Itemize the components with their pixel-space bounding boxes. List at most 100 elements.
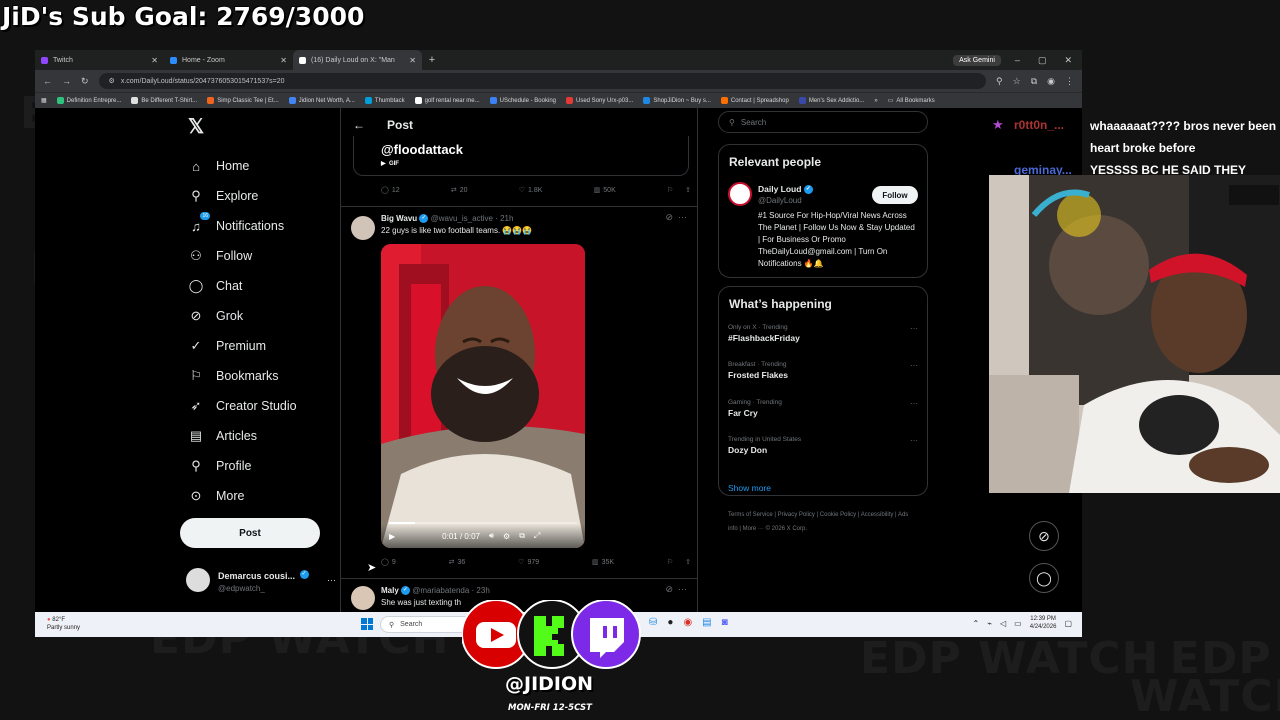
reply-button[interactable]: ◯ 9 bbox=[381, 558, 396, 567]
trend-item[interactable]: Trending in United States Dozy Don ··· bbox=[728, 436, 918, 455]
avatar[interactable] bbox=[351, 586, 375, 610]
fullscreen-icon[interactable]: ⤢ bbox=[534, 531, 540, 541]
views-button[interactable]: ▥ 50K bbox=[594, 186, 616, 195]
share-icon[interactable]: ⇪ bbox=[685, 186, 691, 194]
bookmark-item[interactable]: Contact | Spreadshop bbox=[720, 97, 789, 104]
nav-home[interactable]: ⌂ Home bbox=[188, 156, 249, 176]
nav-grok[interactable]: ⊘ Grok bbox=[188, 306, 244, 326]
more-dots-icon[interactable]: ··· bbox=[678, 212, 687, 222]
bookmark-item[interactable]: Jidion Net Worth, A... bbox=[288, 97, 355, 104]
volume-icon[interactable]: ◁ bbox=[1000, 619, 1006, 628]
video-player[interactable]: ▶ 0:01 / 0:07 🔊︎ ⚙ ⧉ ⤢ bbox=[381, 244, 585, 548]
bookmark-item[interactable]: Simp Classic Tee | Et... bbox=[207, 97, 279, 104]
maximize-icon[interactable]: ▢ bbox=[1038, 55, 1047, 66]
bookmark-item[interactable]: Definition Entrepre... bbox=[56, 97, 121, 104]
pip-icon[interactable]: ⧉ bbox=[519, 531, 525, 541]
weather-widget[interactable]: ● 82°F Partly sunny bbox=[47, 616, 80, 632]
back-arrow-icon[interactable]: ← bbox=[353, 118, 365, 132]
more-dots-icon[interactable]: ··· bbox=[910, 361, 918, 370]
clock[interactable]: 12:39 PM 4/24/2026 bbox=[1030, 615, 1057, 631]
nav-premium[interactable]: ✓ Premium bbox=[188, 336, 266, 356]
url-field[interactable]: ⚙ x.com/DailyLoud/status/204737605301547… bbox=[98, 73, 987, 89]
nav-articles[interactable]: ▤ Articles bbox=[188, 426, 257, 446]
tweet-time[interactable]: 21h bbox=[500, 214, 513, 223]
nav-creator-studio[interactable]: ➶ Creator Studio bbox=[188, 396, 297, 416]
bookmark-item[interactable]: Used Sony Urx-p03... bbox=[566, 97, 633, 104]
views-button[interactable]: ▥ 35K bbox=[592, 558, 614, 567]
more-dots-icon[interactable]: ··· bbox=[910, 399, 918, 408]
tab-zoom[interactable]: Home - Zoom ✕ bbox=[164, 50, 293, 70]
bookmark-item[interactable]: Be Different T-Shirt... bbox=[131, 97, 197, 104]
bookmark-icon[interactable]: ⚐ bbox=[667, 558, 673, 566]
nav-follow[interactable]: ⚇ Follow bbox=[188, 246, 252, 266]
windows-start-icon[interactable] bbox=[361, 618, 373, 630]
close-window-icon[interactable]: ✕ bbox=[1064, 55, 1072, 66]
apps-icon[interactable]: ▦ bbox=[41, 97, 47, 104]
close-icon[interactable]: ✕ bbox=[280, 56, 287, 65]
bookmark-item[interactable]: ShopJiDion ~ Buy s... bbox=[643, 97, 711, 104]
trend-item[interactable]: Only on X · Trending #FlashbackFriday ··· bbox=[728, 324, 918, 343]
bookmark-item[interactable]: Men's Sex Addictio... bbox=[798, 97, 864, 104]
account-switcher[interactable]: Demarcus cousi... ✓ @edpwatch_ ··· bbox=[186, 566, 336, 593]
volume-icon[interactable]: 🔊︎ bbox=[489, 531, 494, 541]
nav-bookmarks[interactable]: ⚐ Bookmarks bbox=[188, 366, 278, 386]
author-handle[interactable]: @mariabatenda bbox=[412, 586, 469, 595]
person-name-row[interactable]: Daily Loud ✓ bbox=[758, 184, 813, 195]
site-info-icon[interactable]: ⚙ bbox=[109, 77, 115, 85]
show-more-link[interactable]: Show more bbox=[728, 483, 771, 493]
profile-icon[interactable]: ◉ bbox=[1047, 76, 1055, 87]
discord-icon[interactable]: ◙ bbox=[722, 617, 728, 628]
like-button[interactable]: ♡ 979 bbox=[518, 558, 539, 567]
chevron-right-icon[interactable]: » bbox=[874, 98, 877, 104]
avatar[interactable] bbox=[728, 182, 752, 206]
author-handle[interactable]: @wavu_is_active bbox=[431, 214, 493, 223]
minimize-icon[interactable]: – bbox=[1015, 55, 1020, 66]
repost-button[interactable]: ⇄ 20 bbox=[451, 186, 468, 195]
extensions-icon[interactable]: ⧉ bbox=[1031, 76, 1037, 87]
ask-gemini-button[interactable]: Ask Gemini bbox=[953, 54, 1001, 66]
author-name[interactable]: Maly bbox=[381, 586, 399, 595]
back-icon[interactable]: ← bbox=[43, 76, 52, 86]
network-icon[interactable]: ⌁ bbox=[987, 619, 992, 628]
more-dots-icon[interactable]: ··· bbox=[910, 436, 918, 445]
bookmark-item[interactable]: Thumbtack bbox=[364, 97, 405, 104]
reload-icon[interactable]: ↻ bbox=[81, 76, 89, 87]
share-icon[interactable]: ⇪ bbox=[685, 558, 691, 566]
trend-item[interactable]: Gaming · Trending Far Cry ··· bbox=[728, 399, 918, 418]
person-handle[interactable]: @DailyLoud bbox=[758, 196, 802, 205]
nav-explore[interactable]: ⚲ Explore bbox=[188, 186, 258, 206]
messages-float-button[interactable]: ◯ bbox=[1029, 563, 1059, 593]
x-logo-icon[interactable]: 𝕏 bbox=[188, 114, 204, 139]
repost-button[interactable]: ⇄ 36 bbox=[449, 558, 466, 567]
tab-daily-loud[interactable]: (16) Daily Loud on X: "Man ✕ bbox=[293, 50, 422, 70]
notification-icon[interactable]: ▢ bbox=[1064, 619, 1072, 628]
tweet-time[interactable]: 23h bbox=[476, 586, 489, 595]
more-dots-icon[interactable]: ··· bbox=[910, 324, 918, 333]
like-button[interactable]: ♡ 1.8K bbox=[519, 186, 543, 195]
settings-icon[interactable]: ⚙ bbox=[503, 532, 510, 541]
play-icon[interactable]: ▶ bbox=[389, 532, 395, 541]
tab-twitch[interactable]: Twitch ✕ bbox=[35, 50, 164, 70]
nav-profile[interactable]: ⚲ Profile bbox=[188, 456, 251, 476]
follow-button[interactable]: Follow bbox=[872, 186, 918, 204]
bookmark-item[interactable]: USchedule - Booking bbox=[489, 97, 556, 104]
post-button[interactable]: Post bbox=[180, 518, 320, 548]
battery-icon[interactable]: ▭ bbox=[1014, 619, 1022, 628]
author-name[interactable]: Big Wavu bbox=[381, 214, 417, 223]
star-icon[interactable]: ☆ bbox=[1013, 76, 1021, 87]
chrome-icon[interactable]: ◉ bbox=[683, 617, 692, 628]
menu-icon[interactable]: ⋮ bbox=[1065, 76, 1074, 87]
close-icon[interactable]: ✕ bbox=[409, 56, 416, 65]
github-icon[interactable]: ● bbox=[667, 617, 673, 628]
bookmark-item[interactable]: golf rental near me... bbox=[414, 97, 480, 104]
avatar[interactable] bbox=[351, 216, 375, 240]
all-bookmarks[interactable]: ▭ All Bookmarks bbox=[888, 97, 935, 105]
store-icon[interactable]: ⛁ bbox=[649, 617, 657, 628]
new-tab-button[interactable]: + bbox=[422, 54, 442, 66]
notepad-icon[interactable]: ▤ bbox=[702, 617, 711, 628]
close-icon[interactable]: ✕ bbox=[151, 56, 158, 65]
reply-button[interactable]: ◯ 12 bbox=[381, 186, 400, 195]
footer-links[interactable]: Terms of Service | Privacy Policy | Cook… bbox=[728, 508, 918, 536]
zoom-icon[interactable]: ⚲ bbox=[996, 76, 1003, 87]
nav-more[interactable]: ⊙ More bbox=[188, 486, 245, 506]
